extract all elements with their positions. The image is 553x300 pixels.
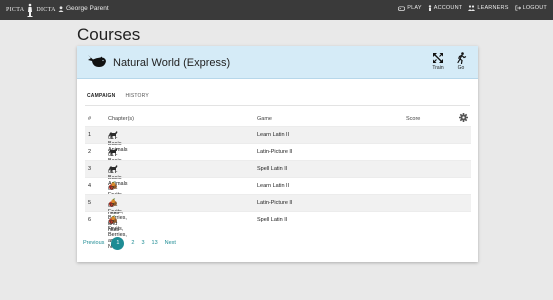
user-icon [58, 5, 64, 12]
whale-icon [88, 55, 106, 67]
expand-arrows-icon [433, 53, 443, 63]
row-game: Latin-Picture II [257, 149, 293, 155]
nav-learners-link[interactable]: LEARNERS [468, 5, 508, 11]
row-number: 3 [88, 166, 92, 172]
row-number: 1 [88, 132, 92, 138]
nav-logout-link[interactable]: LOGOUT [515, 5, 547, 11]
user-name: George Parent [66, 5, 109, 12]
nav-account-link[interactable]: ACCOUNT [428, 5, 463, 11]
user-icon [428, 5, 431, 11]
row-chapter: 02 - Fruits, Berries, and Nuts [108, 198, 127, 233]
running-icon [457, 52, 467, 64]
tab-campaign[interactable]: CAMPAIGN [87, 93, 115, 99]
course-header: Natural World (Express) Train Go [77, 46, 478, 79]
pagination-page-current[interactable]: 1 [111, 236, 125, 250]
pagination-page[interactable]: 13 [152, 240, 158, 246]
row-game: Learn Latin II [257, 183, 290, 189]
row-chapter: 02 - Fruits, Berries, and Nuts [108, 181, 127, 216]
tabs-divider [85, 105, 470, 106]
page-title: Courses [77, 25, 141, 44]
table-row[interactable]: 1 01 - Basic Animals Learn Latin II [85, 126, 471, 153]
row-chapter: 01 - Basic Animals [108, 130, 128, 153]
column-header-chapters: Chapter(s) [108, 116, 134, 122]
table-row[interactable]: 3 01 - Basic Animals Spell Latin II [85, 160, 471, 187]
train-button[interactable]: Train [428, 52, 448, 71]
row-number: 2 [88, 149, 92, 155]
go-label: Go [457, 65, 465, 71]
pagination-page[interactable]: 3 [141, 240, 144, 246]
nav-links: PLAY ACCOUNT LEARNERS LOGOUT [392, 5, 547, 11]
tab-history[interactable]: HISTORY [125, 93, 148, 99]
nav-play-label: PLAY [407, 5, 422, 11]
top-navbar: PICTA DICTA George Parent PLAY ACCOUNT L… [0, 0, 553, 20]
table-row[interactable]: 4 02 - Fruits, Berries, and Nuts Learn L… [85, 177, 471, 216]
column-header-score: Score [406, 116, 421, 122]
table-row[interactable]: 6 02 - Fruits, Berries, and Nuts Spell L… [85, 211, 471, 250]
go-button[interactable]: Go [451, 52, 471, 71]
current-user[interactable]: George Parent [58, 5, 109, 12]
row-chapter: 01 - Basic Animals [108, 147, 128, 170]
row-game: Learn Latin II [257, 132, 290, 138]
table-row[interactable]: 2 01 - Basic Animals Latin-Picture II [85, 143, 471, 170]
column-header-number: # [88, 116, 92, 122]
pagination-next[interactable]: Next [165, 240, 176, 246]
row-game: Spell Latin II [257, 217, 288, 223]
pagination-page[interactable]: 2 [131, 240, 134, 246]
gamepad-icon [398, 5, 406, 11]
course-tabs: CAMPAIGN HISTORY [87, 93, 159, 99]
brand-logo[interactable]: PICTA DICTA [6, 2, 56, 18]
column-header-game: Game [257, 116, 272, 122]
row-game: Spell Latin II [257, 166, 288, 172]
gear-icon[interactable] [459, 113, 468, 122]
course-card: Natural World (Express) Train Go CAMPAIG… [77, 46, 478, 262]
brand-right-text: DICTA [36, 7, 56, 13]
nav-logout-label: LOGOUT [522, 5, 547, 11]
row-chapter: 01 - Basic Animals [108, 164, 128, 187]
pagination: Previous 1 2 3 13 Next [83, 236, 183, 250]
nav-learners-label: LEARNERS [477, 5, 509, 11]
row-chapter: 02 - Fruits, Berries, and Nuts [108, 215, 127, 250]
brand-left-text: PICTA [6, 7, 25, 13]
row-number: 6 [88, 217, 92, 223]
course-title: Natural World (Express) [113, 57, 231, 69]
statue-icon [27, 3, 33, 17]
row-number: 4 [88, 183, 92, 189]
pagination-previous[interactable]: Previous [83, 240, 104, 246]
train-label: Train [432, 65, 444, 71]
row-game: Latin-Picture II [257, 200, 293, 206]
nav-account-label: ACCOUNT [433, 5, 463, 11]
table-row[interactable]: 5 02 - Fruits, Berries, and Nuts Latin-P… [85, 194, 471, 233]
row-number: 5 [88, 200, 92, 206]
users-icon [468, 5, 476, 11]
logout-icon [515, 5, 521, 11]
nav-play-link[interactable]: PLAY [398, 5, 421, 11]
